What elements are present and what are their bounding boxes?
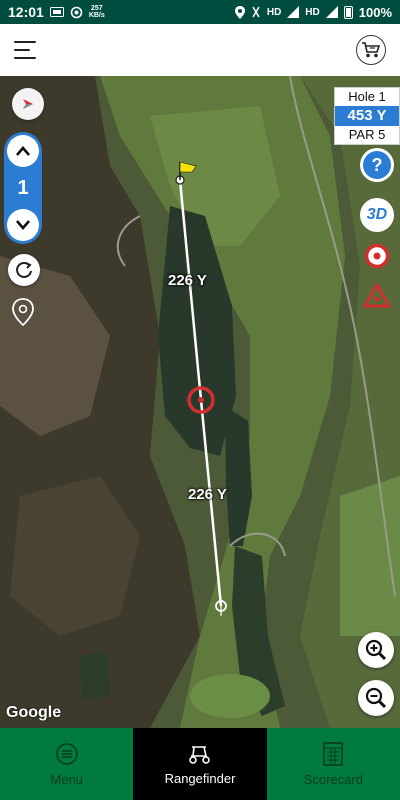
battery-percent: 100% [358, 4, 392, 20]
target-icon[interactable] [360, 239, 394, 273]
signal-icon-2 [325, 6, 338, 18]
golf-cart-shop-icon[interactable] [356, 35, 386, 65]
zoom-out-button[interactable] [358, 680, 394, 716]
zoom-out-icon [365, 687, 387, 709]
google-attribution: Google [6, 704, 62, 721]
bottom-navigation: Menu Rangefinder Scorecard [0, 728, 400, 800]
golf-cart-icon [189, 745, 210, 764]
chevron-up-icon[interactable] [7, 135, 39, 167]
help-button[interactable]: ? [360, 148, 394, 182]
distance-to-pin: 226 Y [168, 272, 207, 289]
location-pin-icon[interactable] [12, 298, 34, 331]
3d-view-button[interactable]: 3D [360, 198, 394, 232]
hole-selector: 1 [4, 132, 42, 244]
app-header [0, 24, 400, 76]
zoom-in-button[interactable] [358, 632, 394, 668]
nav-scorecard-label: Scorecard [303, 771, 363, 787]
signal-icon [287, 6, 300, 18]
hamburger-menu-icon[interactable] [14, 39, 40, 61]
distance-from-player: 226 Y [188, 486, 227, 503]
status-bar: 12:01 257 KB/s HD HD 100% [0, 0, 400, 24]
vibrate-icon [251, 6, 261, 18]
satellite-map[interactable]: 226 Y 226 Y 1 Hole 1 453 Y PAR 5 ? 3D Go… [0, 76, 400, 728]
compass-icon[interactable] [12, 88, 44, 120]
menu-circle-icon [55, 742, 78, 765]
nav-menu-label: Menu [50, 771, 83, 787]
hole-info-panel: Hole 1 453 Y PAR 5 [334, 87, 400, 145]
hole-par: PAR 5 [348, 127, 386, 142]
chevron-down-icon[interactable] [7, 209, 39, 241]
network-speed: 257 KB/s [88, 5, 105, 19]
status-time: 12:01 [8, 4, 44, 20]
refresh-icon[interactable] [8, 254, 40, 286]
sync-icon [70, 6, 83, 19]
nav-menu[interactable]: Menu [0, 728, 133, 800]
zoom-in-icon [365, 639, 387, 661]
photos-notification-icon [49, 7, 64, 17]
hd-indicator-2: HD [305, 6, 320, 18]
battery-icon [343, 5, 353, 19]
hole-yardage: 453 Y [335, 106, 399, 126]
nav-rangefinder-label: Rangefinder [164, 770, 236, 786]
scorecard-icon [323, 741, 344, 766]
nav-rangefinder[interactable]: Rangefinder [133, 728, 267, 800]
hole-label: Hole 1 [348, 89, 386, 104]
help-icon: ? [372, 155, 383, 175]
hazard-triangle-icon[interactable] [360, 279, 394, 313]
nav-scorecard[interactable]: Scorecard [267, 728, 400, 800]
satellite-terrain [0, 76, 400, 728]
current-hole-number: 1 [17, 176, 29, 199]
location-icon [234, 5, 245, 19]
hd-indicator: HD [266, 6, 282, 18]
